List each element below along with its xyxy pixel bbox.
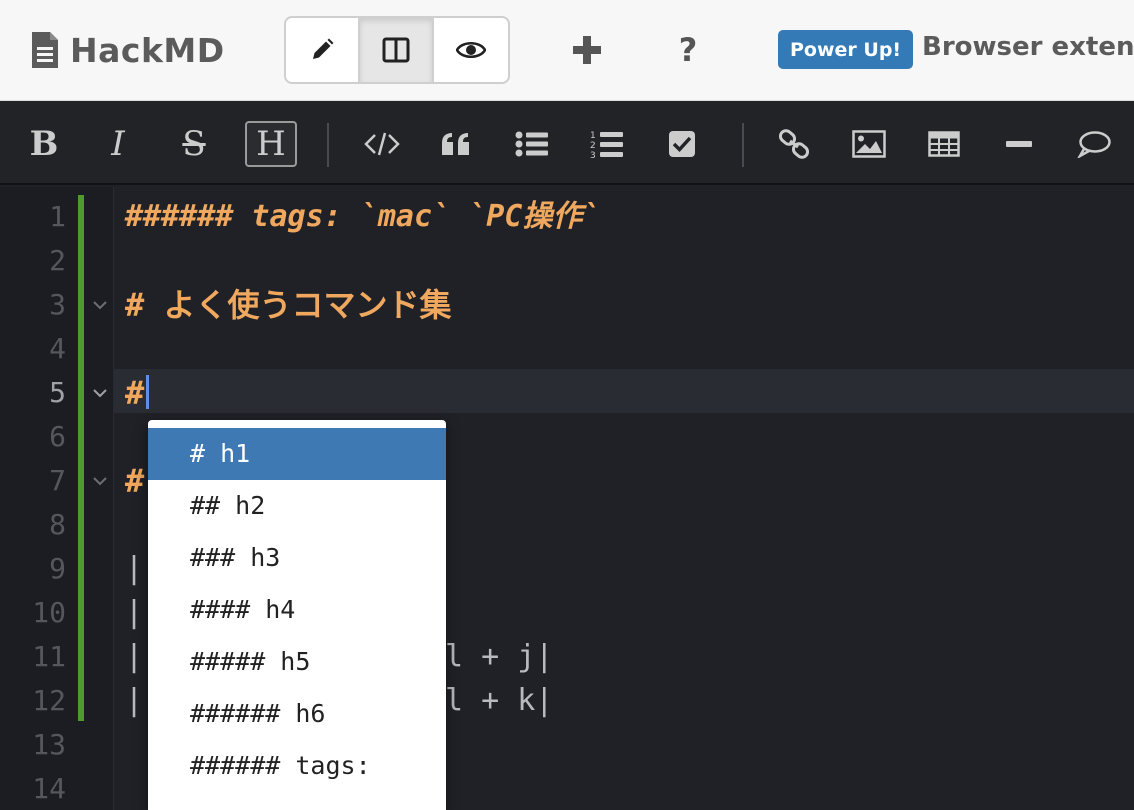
line-number: 6 (49, 420, 66, 453)
heading-icon: H (256, 124, 286, 164)
line-number: 4 (49, 332, 66, 365)
svg-text:3: 3 (590, 151, 596, 159)
line-number: 11 (32, 640, 66, 673)
line-number: 3 (49, 288, 66, 321)
eye-icon (456, 41, 486, 59)
line-number: 12 (32, 684, 66, 717)
code-editor[interactable]: 1 2 3 4 5 6 7 8 9 10 11 12 13 14 ###### … (0, 187, 1134, 810)
line-number: 2 (49, 244, 66, 277)
link-button[interactable] (768, 121, 820, 167)
line-number: 14 (32, 772, 66, 805)
help-button[interactable]: ? (666, 28, 710, 72)
text-cursor (146, 375, 149, 409)
edit-mode-button[interactable] (286, 18, 360, 82)
autocomplete-item[interactable]: ###### tags: (148, 740, 446, 792)
autocomplete-item[interactable]: # h1 (148, 428, 446, 480)
line-number: 5 (49, 376, 66, 409)
svg-text:2: 2 (590, 141, 596, 151)
git-change-marker (78, 195, 84, 721)
line-number: 13 (32, 728, 66, 761)
bold-button[interactable]: B (18, 121, 70, 167)
top-navbar: HackMD ? Power Up! Browser exten (0, 0, 1134, 101)
active-line-highlight (114, 369, 1134, 413)
line-number: 8 (49, 508, 66, 541)
pencil-icon (313, 38, 334, 59)
italic-button[interactable]: I (92, 121, 144, 167)
brand[interactable]: HackMD (30, 28, 225, 72)
quote-icon (442, 133, 469, 155)
strikethrough-icon: S (182, 124, 206, 164)
code-line: l + k| (445, 683, 554, 718)
unordered-list-button[interactable] (506, 121, 558, 167)
horizontal-rule-button[interactable] (993, 121, 1045, 167)
code-line: # よく使うコマンド集 (125, 286, 452, 324)
checkbox-icon (669, 131, 695, 157)
autocomplete-item[interactable]: #### h4 (148, 584, 446, 636)
fold-chevron-icon[interactable] (90, 295, 110, 315)
columns-icon (382, 37, 410, 63)
horizontal-rule-icon (1006, 141, 1032, 147)
fold-chevron-icon[interactable] (90, 383, 110, 403)
strikethrough-button[interactable]: S (168, 121, 220, 167)
new-note-button[interactable] (565, 28, 609, 72)
ordered-list-button[interactable]: 1 2 3 (581, 121, 633, 167)
line-number: 9 (49, 552, 66, 585)
image-icon (852, 130, 886, 158)
line-number: 10 (32, 596, 66, 629)
code-line: # (125, 374, 145, 412)
toolbar-divider (742, 123, 744, 167)
document-icon (32, 32, 58, 68)
browser-extension-link[interactable]: Browser extensi (922, 32, 1134, 62)
line-number: 1 (49, 200, 66, 233)
line-number: 7 (49, 464, 66, 497)
autocomplete-popup: # h1 ## h2 ### h3 #### h4 ##### h5 #####… (148, 420, 446, 810)
code-line: # (125, 462, 145, 500)
view-mode-button[interactable] (434, 18, 508, 82)
bold-icon: B (29, 124, 59, 164)
autocomplete-item[interactable]: ## h2 (148, 480, 446, 532)
unordered-list-icon (515, 131, 548, 157)
fold-chevron-icon[interactable] (90, 471, 110, 491)
italic-icon: I (111, 124, 125, 164)
comment-icon (1077, 131, 1111, 158)
link-icon (778, 129, 810, 159)
table-button[interactable] (918, 121, 970, 167)
code-line: | (125, 639, 144, 674)
code-icon (364, 132, 400, 156)
code-line: | (125, 683, 144, 718)
heading-button[interactable]: H (245, 121, 297, 167)
code-line: | (125, 551, 144, 586)
image-button[interactable] (843, 121, 895, 167)
brand-name: HackMD (70, 30, 225, 70)
autocomplete-item[interactable]: ###### h6 (148, 688, 446, 740)
both-mode-button[interactable] (360, 18, 434, 82)
code-line: | (125, 595, 144, 630)
toolbar-divider (327, 123, 329, 167)
svg-text:1: 1 (590, 131, 596, 141)
code-line: l + j| (445, 639, 554, 674)
code-line: ###### tags: `mac` `PC操作` (125, 199, 601, 234)
comment-button[interactable] (1068, 121, 1120, 167)
question-icon: ? (678, 31, 698, 69)
quote-button[interactable] (430, 121, 482, 167)
line-number-gutter: 1 2 3 4 5 6 7 8 9 10 11 12 13 14 (0, 187, 114, 810)
power-up-badge[interactable]: Power Up! (778, 30, 914, 69)
ordered-list-icon: 1 2 3 (590, 131, 623, 159)
markdown-toolbar: B I S H 1 2 3 (0, 101, 1134, 185)
code-button[interactable] (356, 121, 408, 167)
autocomplete-item[interactable]: ##### h5 (148, 636, 446, 688)
view-mode-group (284, 16, 510, 84)
checkbox-button[interactable] (656, 121, 708, 167)
plus-icon (573, 36, 601, 64)
autocomplete-item[interactable]: ### h3 (148, 532, 446, 584)
table-icon (928, 131, 960, 157)
